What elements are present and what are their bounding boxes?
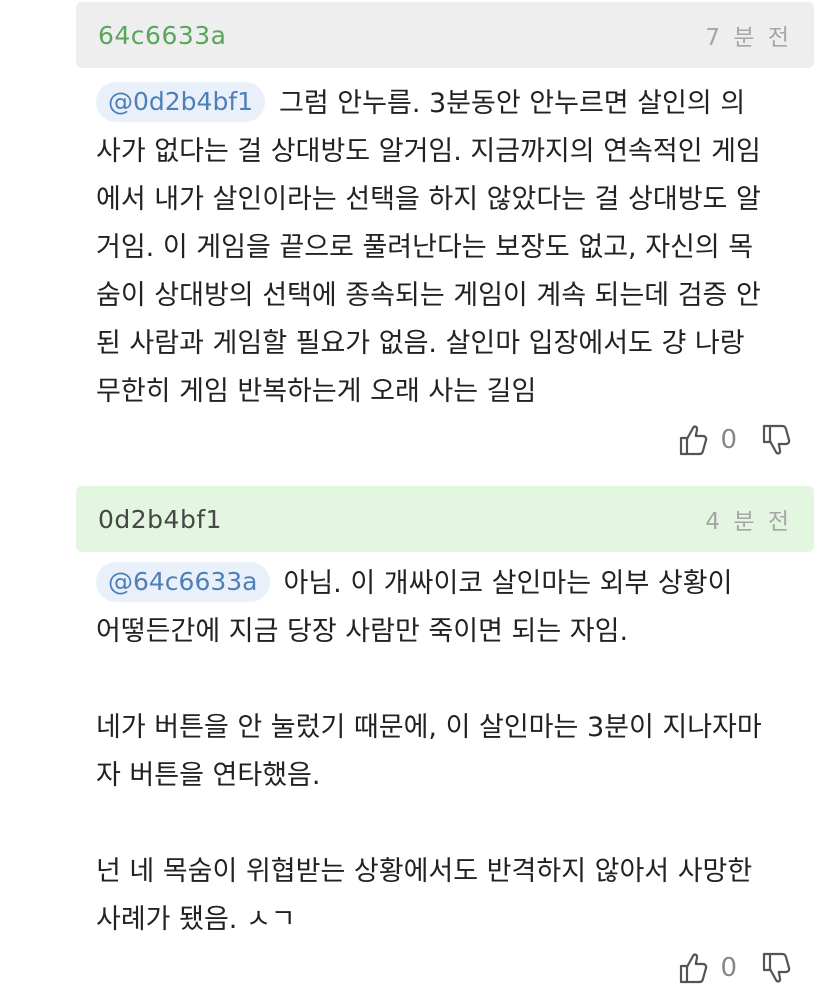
- comment-line: 거임. 이 게임을 끝으로 풀려난다는 보장도 없고, 자신의 목: [96, 232, 754, 263]
- thumbs-up-icon[interactable]: [678, 422, 710, 458]
- comment-line: 된 사람과 게임할 필요가 없음. 살인마 입장에서도 걍 나랑: [96, 328, 745, 359]
- comment-line: 어떻든간에 지금 당장 사람만 죽이면 되는 자임.: [96, 616, 629, 647]
- thumbs-down-icon[interactable]: [761, 422, 793, 458]
- comment-author[interactable]: 64c6633a: [98, 21, 227, 50]
- comment-line: 에서 내가 살인이라는 선택을 하지 않았다는 걸 상대방도 알: [96, 184, 761, 215]
- comment-header: 0d2b4bf1 4 분 전: [76, 486, 814, 552]
- comment-actions: 0: [678, 422, 793, 458]
- comment-line: @64c6633a 아님. 이 개싸이코 살인마는 외부 상황이: [96, 560, 796, 608]
- like-count: 0: [720, 953, 737, 983]
- thumbs-down-icon[interactable]: [761, 950, 793, 986]
- comment-line: 사례가 됐음. ㅅㄱ: [96, 904, 296, 935]
- comment-header: 64c6633a 7 분 전: [76, 2, 814, 68]
- mention-tag[interactable]: @0d2b4bf1: [96, 82, 266, 122]
- comment-actions: 0: [678, 950, 793, 986]
- thumbs-up-icon[interactable]: [678, 950, 710, 986]
- comment-author[interactable]: 0d2b4bf1: [98, 505, 222, 534]
- comment-line: 사가 없다는 걸 상대방도 알거임. 지금까지의 연속적인 게임: [96, 136, 761, 167]
- comment-text: 아님. 이 개싸이코 살인마는 외부 상황이: [283, 568, 733, 599]
- mention-tag[interactable]: @64c6633a: [96, 562, 270, 602]
- comment-body: @0d2b4bf1 그럼 안누름. 3분동안 안누르면 살인의 의 사가 없다는 …: [96, 80, 796, 416]
- comment-line: 무한히 게임 반복하는게 오래 사는 길임: [96, 376, 537, 407]
- comment-line: 숨이 상대방의 선택에 종속되는 게임이 계속 되는데 검증 안: [96, 280, 761, 311]
- comment-time: 7 분 전: [705, 25, 792, 51]
- comment-line: 자 버튼을 연타했음.: [96, 760, 321, 791]
- comment-line: 네가 버튼을 안 눌렀기 때문에, 이 살인마는 3분이 지나자마: [96, 712, 762, 743]
- comment-body: @64c6633a 아님. 이 개싸이코 살인마는 외부 상황이 어떻든간에 지금…: [96, 560, 796, 944]
- comment-time: 4 분 전: [705, 509, 792, 535]
- comment-text: 그럼 안누름. 3분동안 안누르면 살인의 의: [279, 88, 746, 119]
- like-count: 0: [720, 425, 737, 455]
- comment-line: @0d2b4bf1 그럼 안누름. 3분동안 안누르면 살인의 의: [96, 80, 796, 128]
- comment-line: 넌 네 목숨이 위협받는 상황에서도 반격하지 않아서 사망한: [96, 856, 753, 887]
